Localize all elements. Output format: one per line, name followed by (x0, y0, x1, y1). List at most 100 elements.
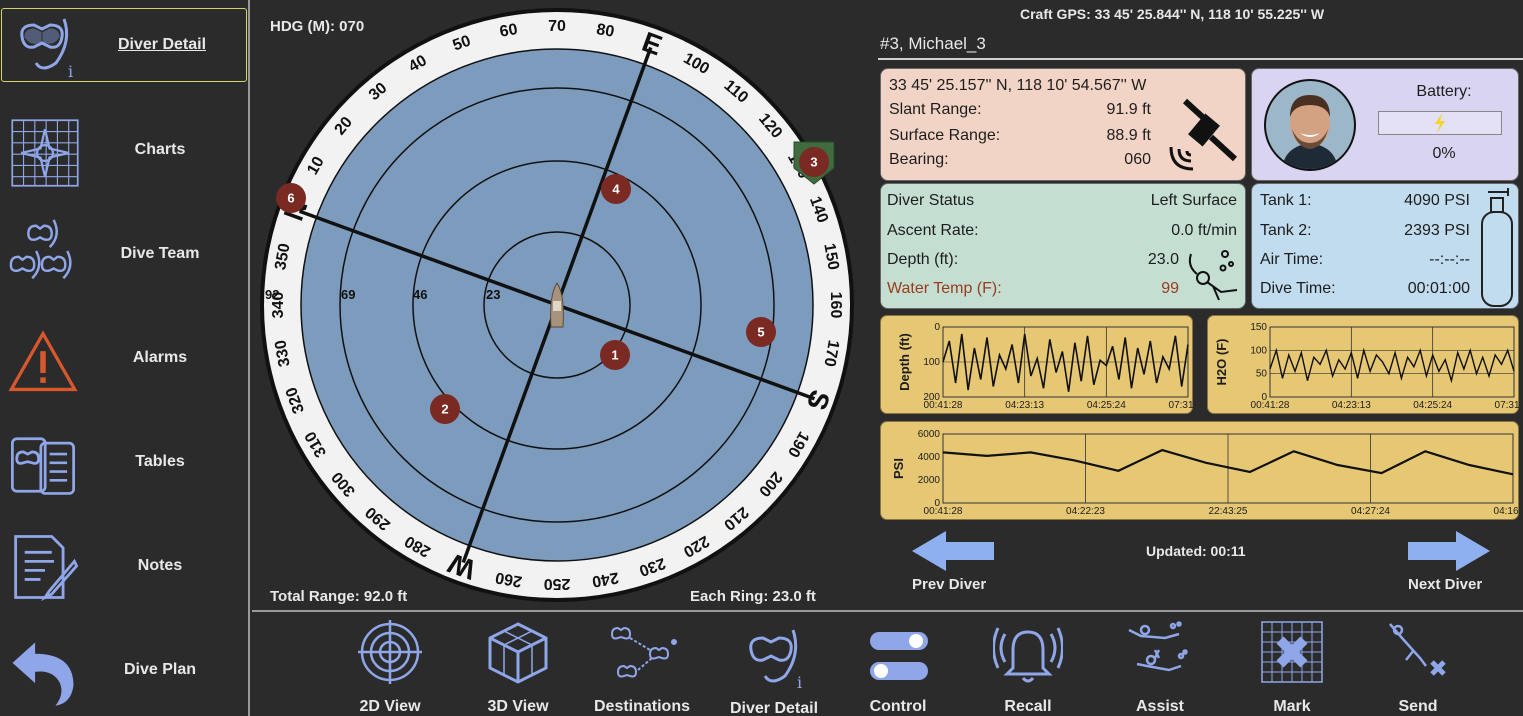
water-temp-label: Water Temp (F): (887, 280, 1002, 297)
y-tick-label: 200 (923, 392, 940, 403)
diver-marker-6[interactable]: 6 (276, 183, 306, 213)
bearing-label: Bearing: (889, 151, 949, 168)
series-line (1269, 347, 1515, 384)
sidebar-item-label: Tables (135, 453, 185, 470)
battery-panel: Battery: 0% (1251, 68, 1519, 181)
notes-icon (14, 535, 79, 602)
degree-label: 80 (595, 21, 616, 41)
diver-marker-label: 5 (757, 324, 764, 339)
sidebar-item-charts[interactable]: Charts (0, 104, 248, 208)
surface-range-label: Surface Range: (889, 127, 1001, 144)
tool-2d-view[interactable]: 2D View (330, 620, 450, 716)
ascent-rate-label: Ascent Rate: (887, 222, 979, 239)
diver-marker-label: 6 (287, 190, 294, 205)
sidebar-item-dive-team[interactable]: Dive Team (0, 208, 248, 312)
cube-3d-icon (488, 622, 548, 684)
x-tick-label: 04:23:13 (1332, 400, 1371, 411)
sidebar-item-tables[interactable]: Tables (0, 416, 248, 520)
sidebar-item-label: Notes (137, 557, 183, 574)
sidebar-item-label: Alarms (132, 349, 188, 366)
degree-label: 60 (498, 21, 519, 41)
ring-label: 23 (486, 287, 500, 302)
depth-label: Depth (ft): (887, 251, 959, 268)
tool-assist[interactable]: Assist (1100, 620, 1220, 716)
air-time-label: Air Time: (1260, 251, 1324, 268)
prev-diver-button[interactable]: Prev Diver (912, 576, 986, 593)
y-axis-label: H2O (F) (1214, 339, 1229, 386)
diver-marker-label: 3 (810, 154, 817, 169)
tool-3d-view[interactable]: 3D View (458, 620, 578, 716)
sidebar-item-label: Dive Plan (123, 661, 197, 678)
tool-recall[interactable]: Recall (968, 620, 1088, 716)
psi-chart-svg: 00:41:28 04:22:23 22:43:25 04:27:24 04:16:35… (891, 429, 1523, 517)
app-root: i Diver Detail Charts Dive Team Alarms T… (0, 0, 1523, 716)
y-tick-label: 100 (923, 357, 940, 368)
satellite-icon (1169, 98, 1238, 171)
diver-depth-icon (1188, 250, 1238, 301)
y-tick-label: 2000 (918, 475, 941, 486)
tank1-label: Tank 1: (1260, 192, 1312, 209)
warning-triangle-icon (8, 330, 78, 392)
compass-chart-icon (11, 119, 79, 187)
air-time-value: --:--:-- (1429, 251, 1470, 268)
psi-chart: 00:41:28 04:22:23 22:43:25 04:27:24 04:16:35… (880, 421, 1523, 520)
tool-label: Control (869, 698, 927, 715)
send-diver-icon (1389, 623, 1446, 676)
degree-label: 160 (827, 292, 844, 319)
h2o-chart-svg: 00:41:28 04:23:13 04:25:24 07:31:07 150 100 50… (1214, 322, 1523, 411)
x-tick-label: 04:25:24 (1087, 400, 1126, 411)
sidebar-item-diver-detail[interactable]: i Diver Detail (1, 8, 247, 82)
scuba-tank-icon (1481, 188, 1513, 307)
sidebar-item-alarms[interactable]: Alarms (0, 312, 248, 416)
tool-destinations[interactable]: Destinations (582, 620, 702, 716)
next-diver-button[interactable]: Next Diver (1408, 576, 1482, 593)
x-tick-label: 04:23:13 (1005, 400, 1044, 411)
diver-marker-label: 1 (611, 347, 618, 362)
sidebar-item-dive-plan[interactable]: Dive Plan (0, 624, 248, 716)
diver-marker-1[interactable]: 1 (600, 340, 630, 370)
avatar (1264, 79, 1356, 171)
depth-chart: 00:41:2804:23:1304:25:2407:31:070100200D… (880, 315, 1208, 414)
surface-range-value: 88.9 ft (1106, 127, 1151, 144)
degree-label: 250 (544, 575, 571, 592)
radar-view[interactable]: 2346699210203040506070801001101201301401… (252, 0, 862, 610)
tool-label: Mark (1273, 698, 1311, 715)
tool-label: Send (1398, 698, 1438, 715)
tool-send[interactable]: Send (1358, 620, 1478, 716)
x-tick-label: 22:43:25 (1209, 506, 1248, 517)
svg-text:i: i (797, 673, 802, 690)
sidebar-item-notes[interactable]: Notes (0, 520, 248, 624)
radar-display[interactable]: 2346699210203040506070801001101201301401… (252, 0, 862, 610)
sidebar: i Diver Detail Charts Dive Team Alarms T… (0, 0, 250, 716)
x-tick-label: 00:41:28 (1251, 400, 1290, 411)
total-range-readout: Total Range: 92.0 ft (270, 588, 408, 605)
svg-text:i: i (68, 62, 73, 81)
tool-control[interactable]: Control (838, 620, 958, 716)
y-tick-label: 50 (1256, 369, 1268, 380)
diver-marker-4[interactable]: 4 (601, 174, 631, 204)
diver-marker-2[interactable]: 2 (430, 394, 460, 424)
diver-marker-5[interactable]: 5 (746, 317, 776, 347)
ascent-rate-value: 0.0 ft/min (1171, 222, 1237, 239)
y-tick-label: 100 (1250, 345, 1267, 356)
dive-time-value: 00:01:00 (1407, 280, 1470, 297)
prev-arrow-icon[interactable] (912, 531, 994, 571)
water-temp-value: 99 (1161, 280, 1179, 297)
slant-range-label: Slant Range: (889, 101, 982, 118)
degree-label: 340 (270, 292, 287, 319)
next-arrow-icon[interactable] (1408, 531, 1490, 571)
diver-mask-icon: i (20, 18, 73, 81)
y-tick-label: 4000 (918, 452, 941, 463)
tank-panel: Tank 1: 4090 PSI Tank 2: 2393 PSI Air Time… (1251, 183, 1519, 309)
x-tick-label: 07:31:07 (1495, 400, 1520, 411)
y-tick-label: 150 (1250, 322, 1267, 333)
diver-coords: 33 45' 25.157'' N, 118 10' 54.567'' W (889, 77, 1147, 94)
bell-recall-icon (993, 627, 1063, 683)
tool-mark[interactable]: Mark (1232, 620, 1352, 716)
y-tick-label: 6000 (918, 429, 941, 440)
tool-diver-detail[interactable]: i Diver Detail (714, 620, 834, 716)
lightning-icon (1435, 113, 1445, 133)
craft-gps-readout: Craft GPS: 33 45' 25.844'' N, 118 10' 55… (1020, 6, 1325, 22)
destinations-icon (610, 626, 677, 678)
status-panel: Diver Status Left Surface Ascent Rate: 0.0… (880, 183, 1246, 309)
